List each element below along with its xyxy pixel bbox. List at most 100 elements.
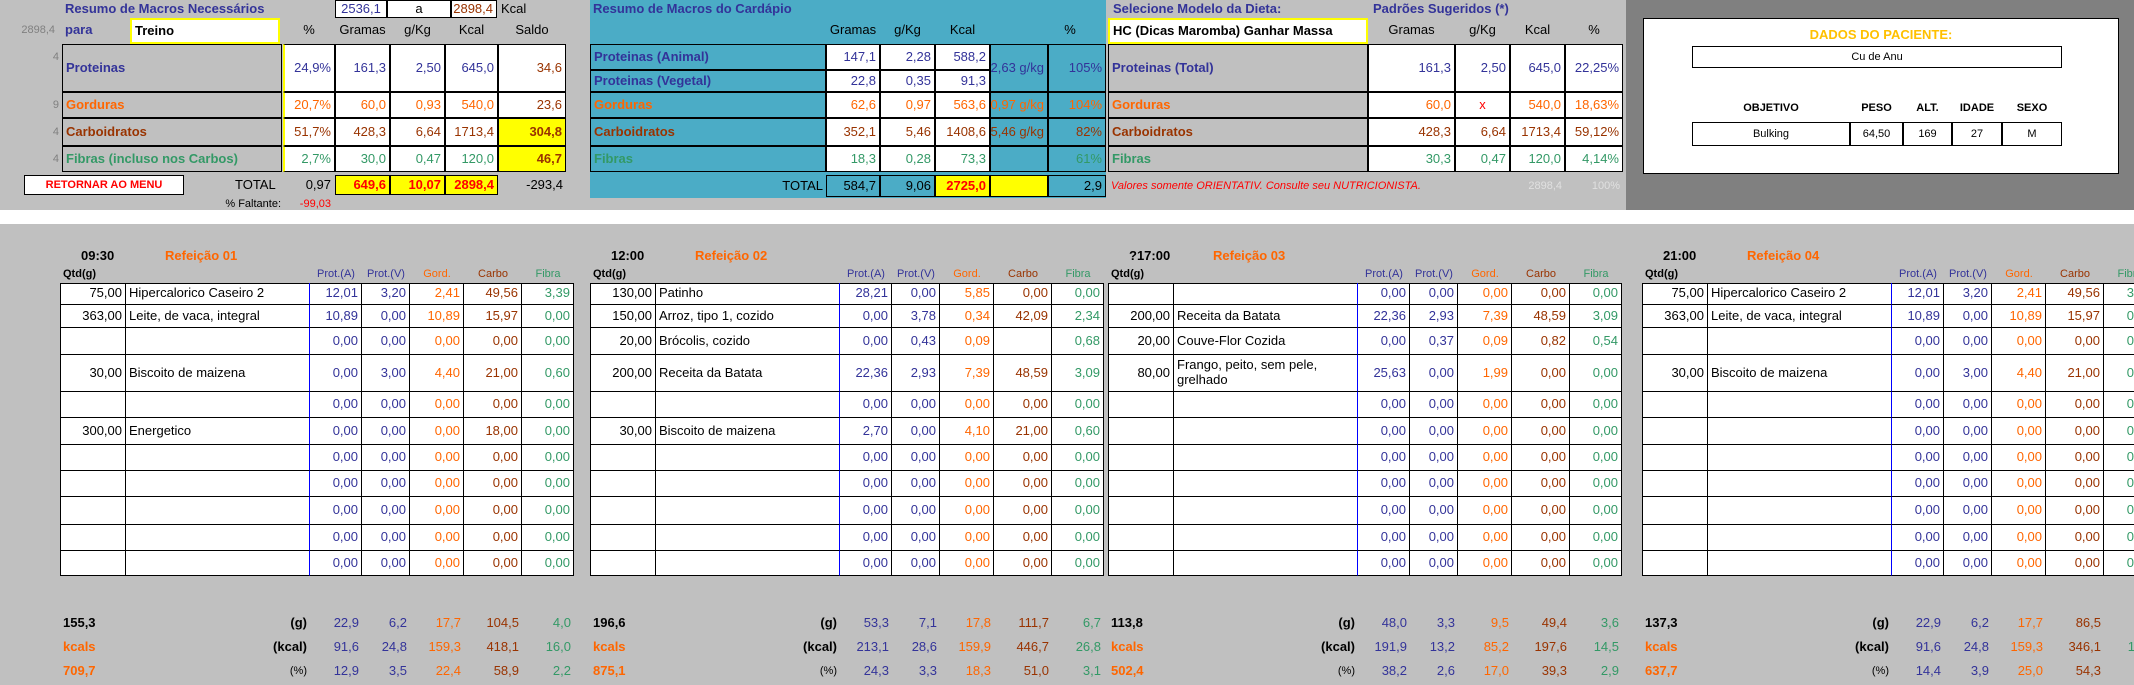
food-name[interactable] bbox=[126, 471, 310, 497]
food-qty[interactable]: 20,00 bbox=[1108, 328, 1174, 355]
food-qty[interactable] bbox=[1642, 471, 1708, 497]
kcal-min[interactable]: 2536,1 bbox=[335, 0, 387, 18]
food-qty[interactable] bbox=[1108, 392, 1174, 418]
food-name[interactable]: Brócolis, cozido bbox=[656, 328, 840, 355]
food-name[interactable] bbox=[656, 551, 840, 576]
patient-value[interactable]: 169 bbox=[1903, 122, 1952, 146]
food-qty[interactable] bbox=[1642, 551, 1708, 576]
food-qty[interactable] bbox=[1642, 497, 1708, 525]
food-qty[interactable] bbox=[1108, 471, 1174, 497]
food-qty[interactable] bbox=[590, 497, 656, 525]
food-name[interactable] bbox=[126, 328, 310, 355]
food-qty[interactable] bbox=[1108, 551, 1174, 576]
food-name[interactable]: Hipercalorico Caseiro 2 bbox=[1708, 283, 1892, 305]
food-name[interactable]: Biscoito de maizena bbox=[656, 418, 840, 445]
food-name[interactable] bbox=[126, 392, 310, 418]
dieta-model-select[interactable]: HC (Dicas Maromba) Ganhar Massa bbox=[1108, 18, 1368, 44]
food-name[interactable] bbox=[656, 392, 840, 418]
food-name[interactable] bbox=[126, 551, 310, 576]
food-name[interactable] bbox=[1174, 418, 1358, 445]
food-qty[interactable] bbox=[60, 497, 126, 525]
food-qty[interactable] bbox=[590, 551, 656, 576]
food-name[interactable]: Leite, de vaca, integral bbox=[126, 305, 310, 328]
food-qty[interactable]: 30,00 bbox=[590, 418, 656, 445]
food-name[interactable] bbox=[1708, 328, 1892, 355]
food-qty[interactable] bbox=[590, 471, 656, 497]
food-name[interactable] bbox=[126, 497, 310, 525]
food-qty[interactable] bbox=[60, 445, 126, 471]
patient-value[interactable]: 64,50 bbox=[1850, 122, 1903, 146]
food-name[interactable] bbox=[1708, 551, 1892, 576]
food-qty[interactable] bbox=[1642, 392, 1708, 418]
food-qty[interactable] bbox=[1108, 497, 1174, 525]
food-qty[interactable] bbox=[60, 392, 126, 418]
food-name[interactable]: Couve-Flor Cozida bbox=[1174, 328, 1358, 355]
food-qty[interactable]: 363,00 bbox=[60, 305, 126, 328]
food-name[interactable] bbox=[1174, 392, 1358, 418]
patient-name[interactable]: Cu de Anu bbox=[1692, 46, 2062, 68]
food-name[interactable] bbox=[1174, 471, 1358, 497]
food-name[interactable] bbox=[1174, 283, 1358, 305]
macro-pct[interactable]: 24,9% bbox=[283, 44, 335, 92]
food-qty[interactable]: 200,00 bbox=[590, 355, 656, 392]
macro-pct[interactable]: 20,7% bbox=[283, 92, 335, 118]
food-name[interactable] bbox=[1708, 418, 1892, 445]
food-qty[interactable] bbox=[1108, 418, 1174, 445]
food-name[interactable] bbox=[1174, 551, 1358, 576]
food-name[interactable]: Frango, peito, sem pele, grelhado bbox=[1174, 355, 1358, 392]
food-name[interactable] bbox=[126, 525, 310, 551]
food-qty[interactable]: 130,00 bbox=[590, 283, 656, 305]
food-qty[interactable]: 75,00 bbox=[1642, 283, 1708, 305]
food-name[interactable] bbox=[656, 445, 840, 471]
food-qty[interactable] bbox=[1642, 525, 1708, 551]
food-qty[interactable] bbox=[60, 471, 126, 497]
goal-select[interactable]: Treino bbox=[130, 18, 280, 44]
food-qty[interactable]: 30,00 bbox=[60, 355, 126, 392]
food-qty[interactable] bbox=[1642, 445, 1708, 471]
food-qty[interactable] bbox=[1108, 445, 1174, 471]
food-qty[interactable]: 150,00 bbox=[590, 305, 656, 328]
food-name[interactable]: Biscoito de maizena bbox=[1708, 355, 1892, 392]
food-name[interactable]: Energetico bbox=[126, 418, 310, 445]
food-qty[interactable] bbox=[60, 328, 126, 355]
food-qty[interactable] bbox=[590, 445, 656, 471]
food-name[interactable] bbox=[1708, 497, 1892, 525]
macro-pct[interactable]: 2,7% bbox=[283, 146, 335, 172]
food-qty[interactable] bbox=[1108, 525, 1174, 551]
food-name[interactable]: Patinho bbox=[656, 283, 840, 305]
food-qty[interactable]: 200,00 bbox=[1108, 305, 1174, 328]
food-name[interactable] bbox=[1708, 392, 1892, 418]
patient-value[interactable]: Bulking bbox=[1692, 122, 1850, 146]
food-qty[interactable]: 30,00 bbox=[1642, 355, 1708, 392]
food-qty[interactable] bbox=[60, 551, 126, 576]
food-name[interactable] bbox=[1174, 525, 1358, 551]
macro-pct[interactable]: 51,7% bbox=[283, 118, 335, 146]
food-qty[interactable] bbox=[60, 525, 126, 551]
food-qty[interactable]: 20,00 bbox=[590, 328, 656, 355]
food-name[interactable] bbox=[1174, 445, 1358, 471]
food-name[interactable] bbox=[1708, 445, 1892, 471]
food-qty[interactable]: 300,00 bbox=[60, 418, 126, 445]
food-name[interactable] bbox=[1174, 497, 1358, 525]
food-name[interactable] bbox=[1708, 525, 1892, 551]
return-menu-button[interactable]: RETORNAR AO MENU bbox=[24, 175, 184, 195]
food-name[interactable]: Arroz, tipo 1, cozido bbox=[656, 305, 840, 328]
food-name[interactable]: Biscoito de maizena bbox=[126, 355, 310, 392]
food-name[interactable]: Receita da Batata bbox=[1174, 305, 1358, 328]
food-qty[interactable] bbox=[1642, 418, 1708, 445]
food-qty[interactable] bbox=[590, 392, 656, 418]
food-name[interactable]: Receita da Batata bbox=[656, 355, 840, 392]
food-qty[interactable]: 363,00 bbox=[1642, 305, 1708, 328]
food-qty[interactable] bbox=[1642, 328, 1708, 355]
food-name[interactable] bbox=[126, 445, 310, 471]
food-name[interactable] bbox=[656, 497, 840, 525]
food-name[interactable]: Hipercalorico Caseiro 2 bbox=[126, 283, 310, 305]
food-qty[interactable] bbox=[590, 525, 656, 551]
food-name[interactable] bbox=[1708, 471, 1892, 497]
food-name[interactable]: Leite, de vaca, integral bbox=[1708, 305, 1892, 328]
food-qty[interactable] bbox=[1108, 283, 1174, 305]
food-name[interactable] bbox=[656, 471, 840, 497]
food-name[interactable] bbox=[656, 525, 840, 551]
patient-value[interactable]: M bbox=[2002, 122, 2062, 146]
food-qty[interactable]: 80,00 bbox=[1108, 355, 1174, 392]
